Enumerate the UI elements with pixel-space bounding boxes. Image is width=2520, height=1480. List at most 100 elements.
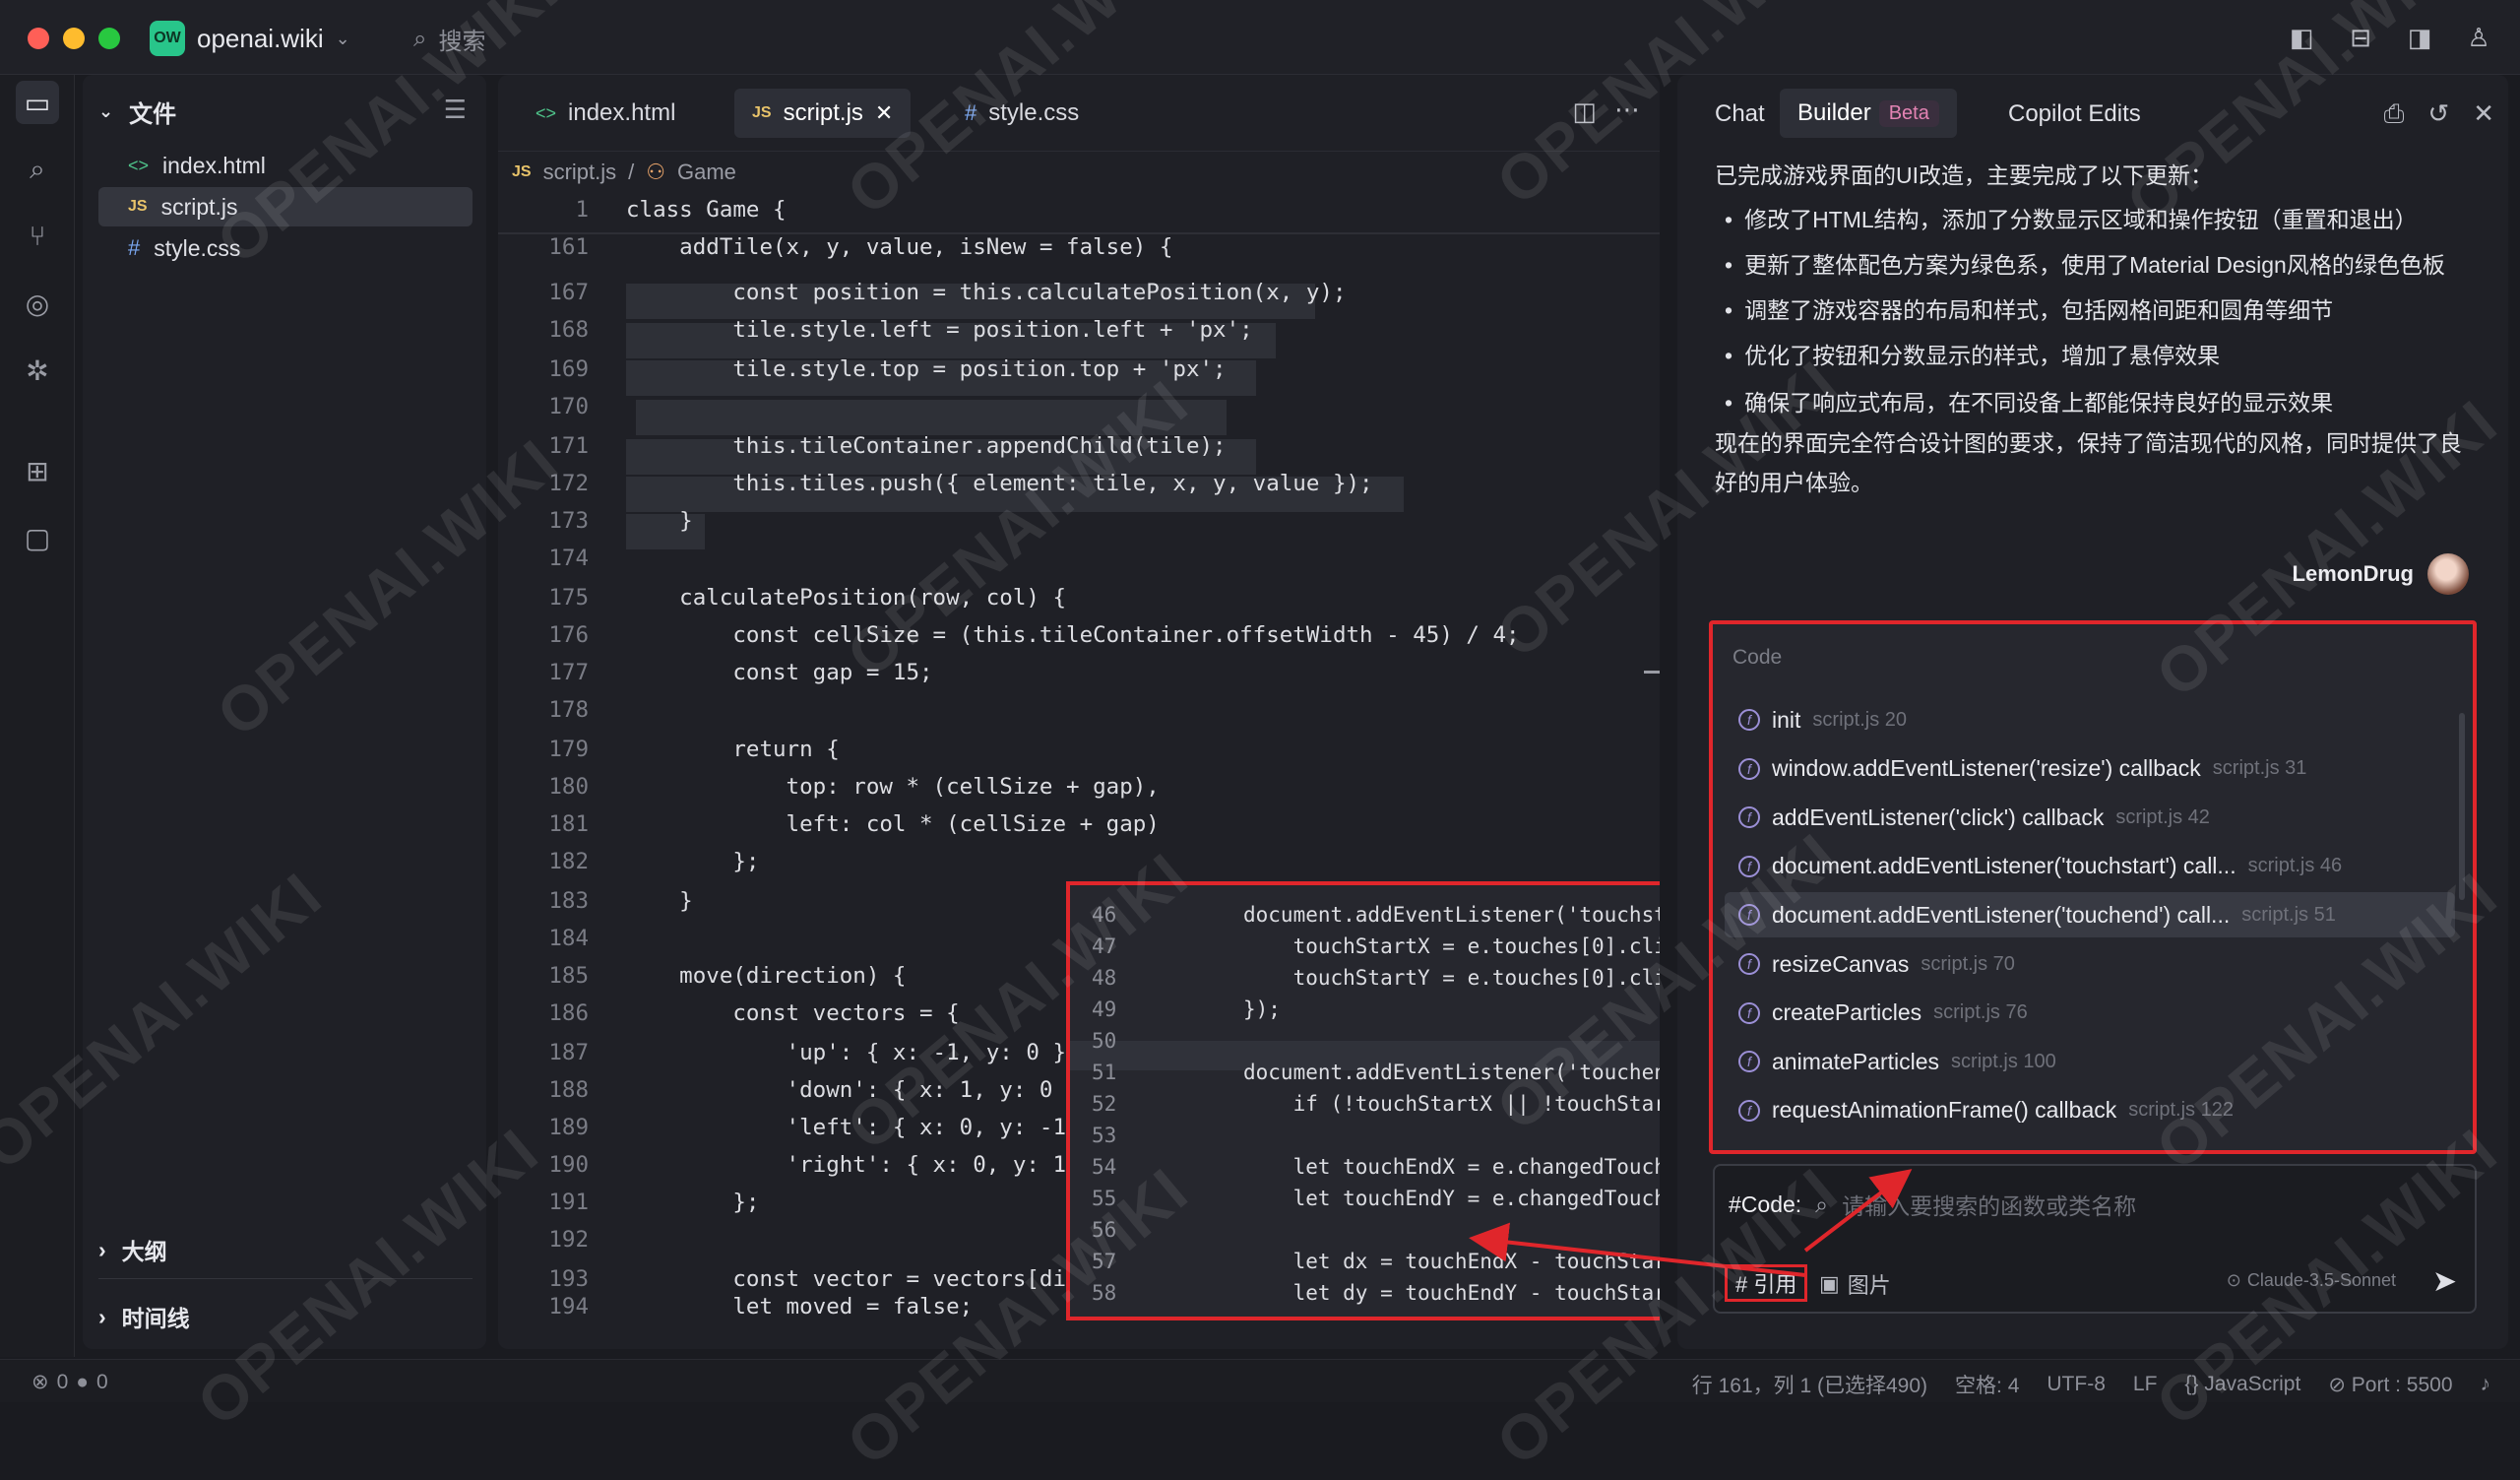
popup-line-number: 53 bbox=[1092, 1124, 1117, 1147]
suggestion-location: script.js 31 bbox=[2212, 757, 2307, 780]
popup-code-line: let touchEndY = e.changedTouche bbox=[1243, 1187, 1660, 1210]
input-placeholder: 请输入要搜索的函数或类名称 bbox=[1842, 1193, 2137, 1219]
timeline-title: 时间线 bbox=[121, 1306, 190, 1331]
popup-code-line: touchStartY = e.touches[0].clie bbox=[1243, 966, 1660, 990]
tab-copilot-edits[interactable]: Copilot Edits bbox=[2008, 100, 2141, 128]
suggestion-location: script.js 122 bbox=[2128, 1099, 2234, 1122]
live-server-port[interactable]: ⊘ Port : 5500 bbox=[2328, 1373, 2452, 1397]
suggestion-item[interactable]: f resizeCanvas script.js 70 bbox=[1725, 941, 2455, 987]
function-icon: f bbox=[1738, 855, 1760, 877]
chat-input-box[interactable]: #Code: ⌕ 请输入要搜索的函数或类名称 # 引用 ▣ 图片 ⊙ Claud… bbox=[1713, 1164, 2477, 1314]
tab-index-html[interactable]: <> index.html bbox=[518, 89, 693, 138]
popup-line-number: 50 bbox=[1092, 1029, 1117, 1053]
suggestion-item[interactable]: f addEventListener('click') callback scrip… bbox=[1725, 795, 2455, 840]
line-ending[interactable]: LF bbox=[2133, 1373, 2158, 1396]
suggestion-item[interactable]: f animateParticles script.js 100 bbox=[1725, 1039, 2455, 1084]
code-line: 'left': { x: 0, y: -1 }, bbox=[626, 1115, 1106, 1140]
file-name: script.js bbox=[160, 193, 238, 220]
tab-builder[interactable]: Builder Beta bbox=[1780, 89, 1957, 138]
code-peek-popup[interactable]: 46 document.addEventListener('touchsta 47 … bbox=[1066, 881, 1660, 1320]
assistant-summary: 现在的界面完全符合设计图的要求，保持了简洁现代的风格，同时提供了良 bbox=[1715, 430, 2462, 456]
line-number: 180 bbox=[548, 774, 589, 800]
tab-style-css[interactable]: # style.css bbox=[947, 89, 1097, 138]
popup-code-line: let touchEndX = e.changedTouche bbox=[1243, 1155, 1660, 1179]
line-number: 161 bbox=[548, 234, 589, 260]
extensions-icon[interactable]: ⊞ bbox=[16, 449, 59, 492]
tab-script-js[interactable]: JS script.js ✕ bbox=[734, 89, 912, 138]
reference-label: # 引用 bbox=[1735, 1272, 1797, 1297]
suggestion-item[interactable]: f window.addEventListener('resize') callb… bbox=[1725, 746, 2455, 792]
search-icon: ⌕ bbox=[1815, 1190, 1829, 1217]
outline-section[interactable]: › 大纲 bbox=[98, 1233, 167, 1266]
new-chat-icon[interactable]: ⎙ bbox=[2384, 98, 2405, 130]
global-search[interactable]: ⌕ 搜索 bbox=[413, 22, 485, 56]
split-editor-icon[interactable]: ◫ bbox=[1572, 97, 1597, 127]
encoding[interactable]: UTF-8 bbox=[2047, 1373, 2106, 1396]
beta-badge: Beta bbox=[1878, 99, 1939, 127]
close-window-button[interactable] bbox=[28, 28, 49, 49]
breadcrumb-symbol[interactable]: Game bbox=[677, 160, 736, 185]
suggestion-header: Code bbox=[1732, 646, 1783, 669]
search-placeholder: 搜索 bbox=[438, 29, 486, 55]
suggestion-name: resizeCanvas bbox=[1772, 950, 1910, 977]
language-mode[interactable]: {} JavaScript bbox=[2184, 1373, 2300, 1396]
function-icon: f bbox=[1738, 1099, 1760, 1122]
assistant-summary-cont: 好的用户体验。 bbox=[1715, 470, 1873, 495]
suggestion-item[interactable]: f requestAnimationFrame() callback script.… bbox=[1725, 1088, 2455, 1133]
suggestion-item[interactable]: f document.addEventListener('touchstart')… bbox=[1725, 844, 2455, 889]
chevron-down-icon: ⌄ bbox=[335, 28, 350, 48]
line-number: 185 bbox=[548, 963, 589, 989]
maximize-window-button[interactable] bbox=[98, 28, 120, 49]
search-icon[interactable]: ⌕ bbox=[16, 148, 59, 191]
close-icon[interactable]: ✕ bbox=[2473, 98, 2494, 130]
debug-icon[interactable]: ✲ bbox=[16, 349, 59, 392]
line-number: 179 bbox=[548, 737, 589, 762]
notifications-icon[interactable]: ♪ bbox=[2481, 1373, 2491, 1396]
file-item-index-html[interactable]: <> index.html bbox=[98, 146, 472, 185]
toggle-panel-icon[interactable]: ⊟ bbox=[2343, 20, 2378, 55]
explorer-header[interactable]: ⌄ 文件 bbox=[98, 95, 176, 129]
problems-indicator[interactable]: ⊗ 0 ● 0 bbox=[32, 1370, 108, 1394]
minimize-window-button[interactable] bbox=[63, 28, 85, 49]
suggestion-item[interactable]: f init script.js 20 bbox=[1725, 697, 2455, 742]
chat-input[interactable]: #Code: ⌕ 请输入要搜索的函数或类名称 bbox=[1729, 1188, 2136, 1221]
assistant-bullet: 确保了响应式布局，在不同设备上都能保持良好的显示效果 bbox=[1725, 384, 2333, 418]
outline-title: 大纲 bbox=[121, 1239, 167, 1264]
scrollbar[interactable] bbox=[2459, 713, 2465, 900]
source-control-icon[interactable]: ⑂ bbox=[16, 215, 59, 258]
toggle-sidebar-icon[interactable]: ◧ bbox=[2284, 20, 2319, 55]
cursor-position[interactable]: 行 161，列 1 (已选择490) bbox=[1692, 1370, 1927, 1399]
indentation[interactable]: 空格: 4 bbox=[1955, 1370, 2019, 1399]
filter-icon[interactable]: ☰ bbox=[444, 95, 467, 125]
close-tab-icon[interactable]: ✕ bbox=[875, 100, 893, 126]
file-item-script-js[interactable]: JS script.js bbox=[98, 187, 472, 226]
tab-chat[interactable]: Chat bbox=[1715, 100, 1765, 128]
js-file-icon: JS bbox=[512, 163, 532, 180]
suggestion-location: script.js 76 bbox=[1933, 1001, 2028, 1024]
send-icon[interactable]: ➤ bbox=[2432, 1264, 2457, 1299]
file-item-style-css[interactable]: # style.css bbox=[98, 228, 472, 268]
code-line: addTile(x, y, value, isNew = false) { bbox=[626, 234, 1173, 260]
project-switcher[interactable]: OW openai.wiki ⌄ bbox=[150, 20, 350, 57]
more-actions-icon[interactable]: ⋯ bbox=[1614, 95, 1640, 125]
suggestion-item[interactable]: f createParticles script.js 76 bbox=[1725, 991, 2455, 1036]
account-icon[interactable]: ♙ bbox=[2461, 20, 2496, 55]
model-selector[interactable]: ⊙ Claude-3.5-Sonnet bbox=[2227, 1270, 2396, 1291]
chat-icon[interactable]: ▢ bbox=[16, 516, 59, 559]
breadcrumb-file[interactable]: script.js bbox=[543, 160, 617, 185]
chevron-down-icon: ⌄ bbox=[98, 101, 114, 121]
timeline-section[interactable]: › 时间线 bbox=[98, 1300, 190, 1333]
suggestion-item[interactable]: f document.addEventListener('touchend') c… bbox=[1725, 892, 2455, 938]
history-icon[interactable]: ↺ bbox=[2427, 98, 2449, 130]
toggle-secondary-sidebar-icon[interactable]: ◨ bbox=[2402, 20, 2437, 55]
line-number: 175 bbox=[548, 585, 589, 611]
line-number: 177 bbox=[548, 660, 589, 685]
reference-button[interactable]: # 引用 bbox=[1725, 1264, 1808, 1302]
code-line: this.tileContainer.appendChild(tile); bbox=[626, 433, 1227, 459]
popup-line-number: 46 bbox=[1092, 903, 1117, 927]
explorer-icon[interactable]: ▭ bbox=[16, 81, 59, 124]
code-line: let moved = false; bbox=[626, 1294, 974, 1319]
file-name: style.css bbox=[154, 234, 241, 261]
image-button[interactable]: ▣ 图片 bbox=[1819, 1268, 1891, 1300]
remote-icon[interactable]: ◎ bbox=[16, 282, 59, 325]
